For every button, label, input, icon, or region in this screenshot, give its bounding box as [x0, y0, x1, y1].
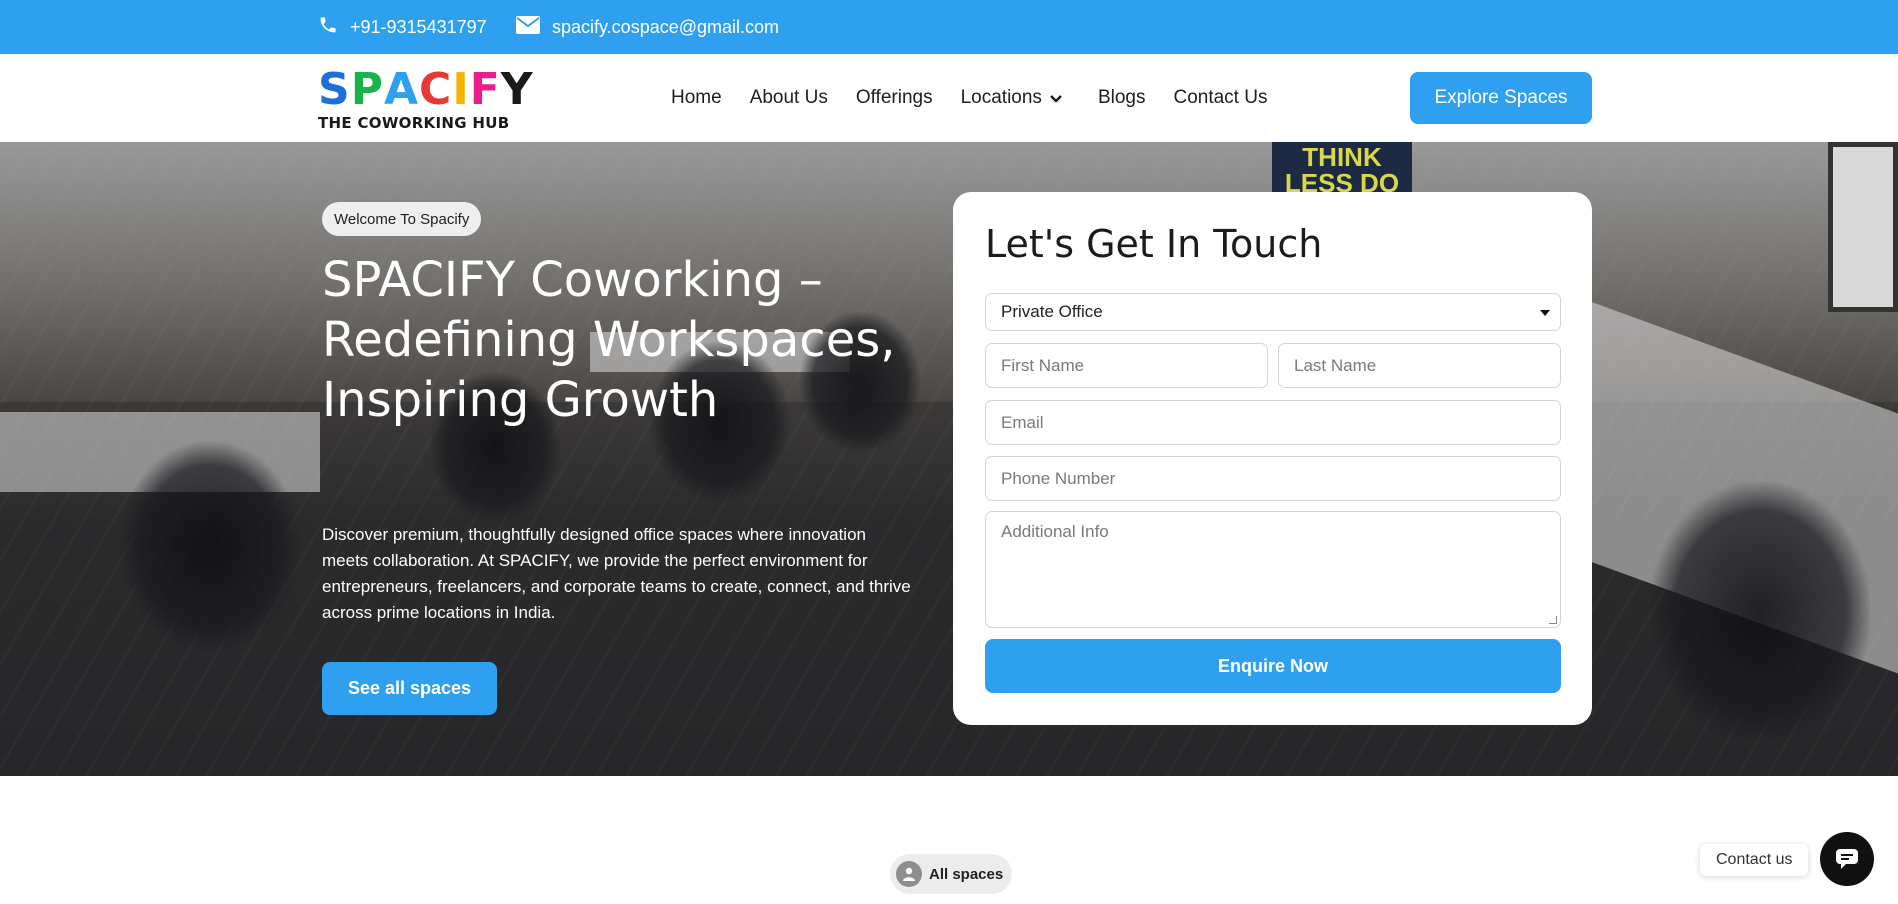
caret-down-icon: [1540, 310, 1550, 316]
hero-title: SPACIFY Coworking – Redefining Workspace…: [322, 252, 896, 428]
chevron-down-icon: [1050, 87, 1062, 109]
nav-locations-label: Locations: [960, 87, 1042, 108]
phone-number: +91-9315431797: [350, 16, 487, 37]
hero-background-poster: THINK LESS DO: [1272, 142, 1412, 196]
hero-background-frame: [1828, 142, 1898, 312]
enquire-now-button[interactable]: Enquire Now: [985, 639, 1561, 693]
logo-letter-y: Y: [500, 64, 534, 115]
form-title: Let's Get In Touch: [985, 222, 1323, 266]
see-all-spaces-button[interactable]: See all spaces: [322, 662, 497, 715]
user-avatar-icon: [896, 861, 922, 887]
hero-description: Discover premium, thoughtfully designed …: [322, 525, 911, 622]
enquiry-form: Let's Get In Touch Private Office First …: [953, 192, 1592, 725]
logo-letter-s: S: [318, 64, 351, 115]
chat-bubble-icon[interactable]: [1820, 832, 1874, 886]
hero-section: THINK LESS DO: [0, 142, 1898, 776]
all-spaces-badge: All spaces: [890, 854, 1012, 894]
email-address: spacify.cospace@gmail.com: [552, 16, 780, 37]
topbar-phone[interactable]: +91-9315431797: [318, 0, 487, 54]
additional-info-textarea[interactable]: Additional Info: [985, 511, 1561, 628]
nav-about-us[interactable]: About Us: [750, 87, 828, 109]
spacify-logo[interactable]: SPACIFY THE COWORKING HUB: [318, 68, 543, 133]
phone-number-input[interactable]: Phone Number: [985, 456, 1561, 501]
logo-letter-f: F: [469, 64, 501, 115]
envelope-icon: [516, 15, 552, 39]
space-type-select[interactable]: Private Office: [985, 293, 1561, 331]
space-type-value: Private Office: [1001, 302, 1103, 321]
additional-info-placeholder: Additional Info: [1001, 522, 1109, 541]
contact-topbar: +91-9315431797 spacify.cospace@gmail.com: [0, 0, 1898, 54]
nav-home[interactable]: Home: [671, 87, 722, 109]
all-spaces-label: All spaces: [929, 865, 1004, 883]
logo-letter-p: P: [350, 64, 384, 115]
phone-icon: [318, 15, 350, 40]
logo-tagline: THE COWORKING HUB: [318, 114, 510, 132]
resize-grip-icon[interactable]: [1549, 616, 1557, 624]
email-input[interactable]: Email: [985, 400, 1561, 445]
main-nav: Home About Us Offerings Locations Blogs …: [671, 54, 1267, 142]
hero-background-chair: [120, 442, 300, 652]
nav-offerings[interactable]: Offerings: [856, 87, 933, 109]
topbar-email[interactable]: spacify.cospace@gmail.com: [516, 0, 779, 54]
last-name-input[interactable]: Last Name: [1278, 343, 1561, 388]
site-header: SPACIFY THE COWORKING HUB Home About Us …: [0, 54, 1898, 142]
nav-locations[interactable]: Locations: [961, 87, 1062, 109]
logo-letter-c: C: [419, 64, 453, 115]
logo-letter-i: I: [452, 64, 470, 115]
hero-background-chair: [1650, 482, 1870, 742]
logo-wordmark: SPACIFY: [318, 68, 543, 112]
logo-letter-a: A: [383, 64, 420, 115]
contact-us-label[interactable]: Contact us: [1700, 844, 1809, 876]
nav-blogs[interactable]: Blogs: [1098, 87, 1146, 109]
first-name-input[interactable]: First Name: [985, 343, 1268, 388]
explore-spaces-button[interactable]: Explore Spaces: [1410, 72, 1592, 124]
welcome-badge: Welcome To Spacify: [322, 202, 482, 236]
nav-contact-us[interactable]: Contact Us: [1173, 87, 1267, 109]
